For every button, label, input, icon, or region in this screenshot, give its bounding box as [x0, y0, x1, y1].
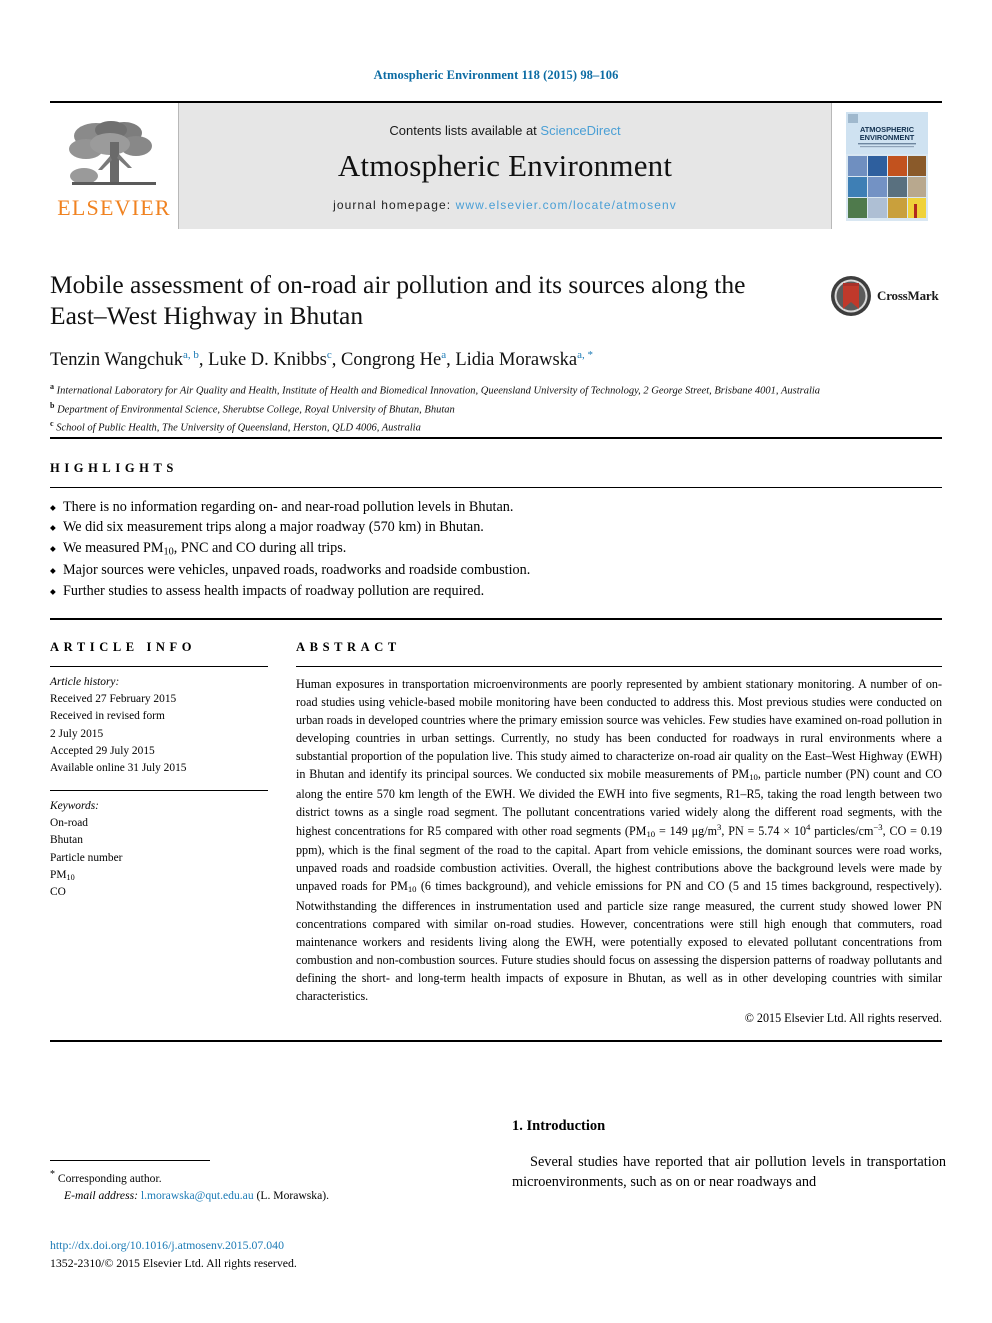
journal-homepage-link[interactable]: www.elsevier.com/locate/atmosenv [456, 198, 677, 212]
journal-cover-thumbnail-icon: ATMOSPHERIC ENVIRONMENT [844, 109, 930, 223]
author-sep: , [331, 350, 341, 371]
crossmark-label: CrossMark [877, 288, 939, 303]
elsevier-logo: ELSEVIER [50, 103, 178, 229]
asterisk-icon: * [50, 1169, 55, 1180]
footer-top-rule [50, 1040, 942, 1042]
issn-copyright-line: 1352-2310/© 2015 Elsevier Ltd. All right… [50, 1255, 297, 1270]
affiliation-item: b Department of Environmental Science, S… [50, 400, 942, 418]
contents-line: Contents lists available at ScienceDirec… [389, 123, 620, 138]
sciencedirect-link[interactable]: ScienceDirect [540, 123, 620, 138]
author-affil-mark: a, * [577, 349, 593, 362]
article-info-heading: ARTICLE INFO [50, 639, 197, 654]
page-footer-area: 1. Introduction Several studies have rep… [0, 1040, 992, 1323]
author-list: Tenzin Wangchuka, b, Luke D. Knibbsc, Co… [50, 349, 942, 371]
keyword-item: Particle number [50, 851, 123, 864]
highlights-section: HIGHLIGHTS There is no information regar… [50, 436, 942, 620]
history-item: Received in revised form [50, 710, 165, 723]
affiliation-text: School of Public Health, The University … [56, 422, 421, 434]
email-owner: (L. Morawska). [256, 1188, 329, 1202]
article-history-label: Article history: [50, 675, 120, 688]
affiliation-item: a International Laboratory for Air Quali… [50, 381, 942, 399]
introduction-heading: 1. Introduction [512, 1118, 606, 1134]
svg-text:ENVIRONMENT: ENVIRONMENT [860, 133, 915, 142]
history-item: 2 July 2015 [50, 727, 104, 740]
crossmark-badge-container[interactable]: CrossMark [830, 273, 942, 319]
corresponding-author-text: Corresponding author. [57, 1171, 162, 1185]
history-item: Accepted 29 July 2015 [50, 744, 155, 757]
affiliation-item: c School of Public Health, The Universit… [50, 418, 942, 436]
highlights-list: There is no information regarding on- an… [50, 488, 942, 618]
elsevier-tree-icon [69, 120, 156, 185]
running-head: Atmospheric Environment 118 (2015) 98–10… [373, 68, 619, 82]
affiliation-mark: a [50, 382, 54, 392]
history-item: Available online 31 July 2015 [50, 762, 187, 775]
keyword-item: On-road [50, 816, 88, 829]
homepage-line: journal homepage: www.elsevier.com/locat… [333, 198, 677, 212]
crossmark-icon [831, 276, 871, 316]
list-item: There is no information regarding on- an… [50, 497, 942, 518]
list-item: We measured PM10, PNC and CO during all … [50, 538, 942, 560]
footnote-block: * Corresponding author. E-mail address: … [50, 1160, 470, 1204]
title-block: Mobile assessment of on-road air polluti… [50, 269, 942, 437]
corresponding-author-note: * Corresponding author. [50, 1168, 470, 1188]
elsevier-wordmark: ELSEVIER [57, 194, 171, 220]
introduction-section: 1. Introduction Several studies have rep… [512, 1118, 946, 1193]
author-name: Congrong He [341, 350, 442, 371]
keyword-item: Bhutan [50, 834, 83, 847]
email-link[interactable]: l.morawska@qut.edu.au [141, 1189, 254, 1202]
keyword-item: PM10 [50, 868, 75, 882]
doi-link[interactable]: http://dx.doi.org/10.1016/j.atmosenv.201… [50, 1238, 284, 1252]
abstract-column: ABSTRACT Human exposures in transportati… [296, 620, 942, 1026]
article-history-group: Article history: Received 27 February 20… [50, 667, 268, 790]
journal-title: Atmospheric Environment [337, 147, 673, 183]
author-sep: , [446, 350, 456, 371]
journal-masthead: ELSEVIER Contents lists available at Sci… [50, 101, 942, 229]
keyword-item: CO [50, 886, 66, 899]
page-title: Mobile assessment of on-road air polluti… [50, 270, 746, 331]
abstract-heading: ABSTRACT [296, 639, 401, 654]
email-note: E-mail address: l.morawska@qut.edu.au (L… [50, 1188, 470, 1205]
doi-block: http://dx.doi.org/10.1016/j.atmosenv.201… [50, 1237, 470, 1272]
info-abstract-columns: ARTICLE INFO Article history: Received 2… [50, 620, 942, 1026]
article-page: Atmospheric Environment 118 (2015) 98–10… [0, 0, 992, 1323]
journal-cover-container: ATMOSPHERIC ENVIRONMENT [832, 103, 942, 229]
author-affil-mark: a, b [183, 349, 199, 362]
author-sep: , [198, 350, 209, 371]
list-item: Further studies to assess health impacts… [50, 581, 942, 602]
author-name: Luke D. Knibbs [208, 350, 327, 371]
introduction-paragraph: Several studies have reported that air p… [512, 1154, 946, 1191]
masthead-center: Contents lists available at ScienceDirec… [178, 103, 832, 229]
list-item: Major sources were vehicles, unpaved roa… [50, 560, 942, 581]
affiliation-mark: c [50, 419, 54, 429]
abstract-text: Human exposures in transportation microe… [296, 676, 943, 1004]
contents-prefix: Contents lists available at [389, 122, 541, 138]
affiliation-list: a International Laboratory for Air Quali… [50, 381, 942, 436]
keywords-group: Keywords: On-road Bhutan Particle number… [50, 791, 268, 902]
article-info-column: ARTICLE INFO Article history: Received 2… [50, 620, 268, 1026]
author-name: Lidia Morawska [455, 350, 578, 371]
abstract-copyright: © 2015 Elsevier Ltd. All rights reserved… [744, 1010, 942, 1025]
history-item: Received 27 February 2015 [50, 692, 177, 705]
email-label: E-mail address: [64, 1188, 138, 1202]
homepage-prefix: journal homepage: [333, 197, 456, 212]
author-name: Tenzin Wangchuk [50, 350, 184, 371]
affiliation-text: International Laboratory for Air Quality… [56, 385, 821, 397]
keywords-label: Keywords: [50, 799, 99, 812]
affiliation-mark: b [50, 400, 55, 410]
affiliation-text: Department of Environmental Science, She… [57, 404, 455, 416]
list-item: We did six measurement trips along a maj… [50, 517, 942, 538]
highlights-heading: HIGHLIGHTS [50, 460, 178, 475]
footnote-rule [50, 1160, 210, 1161]
